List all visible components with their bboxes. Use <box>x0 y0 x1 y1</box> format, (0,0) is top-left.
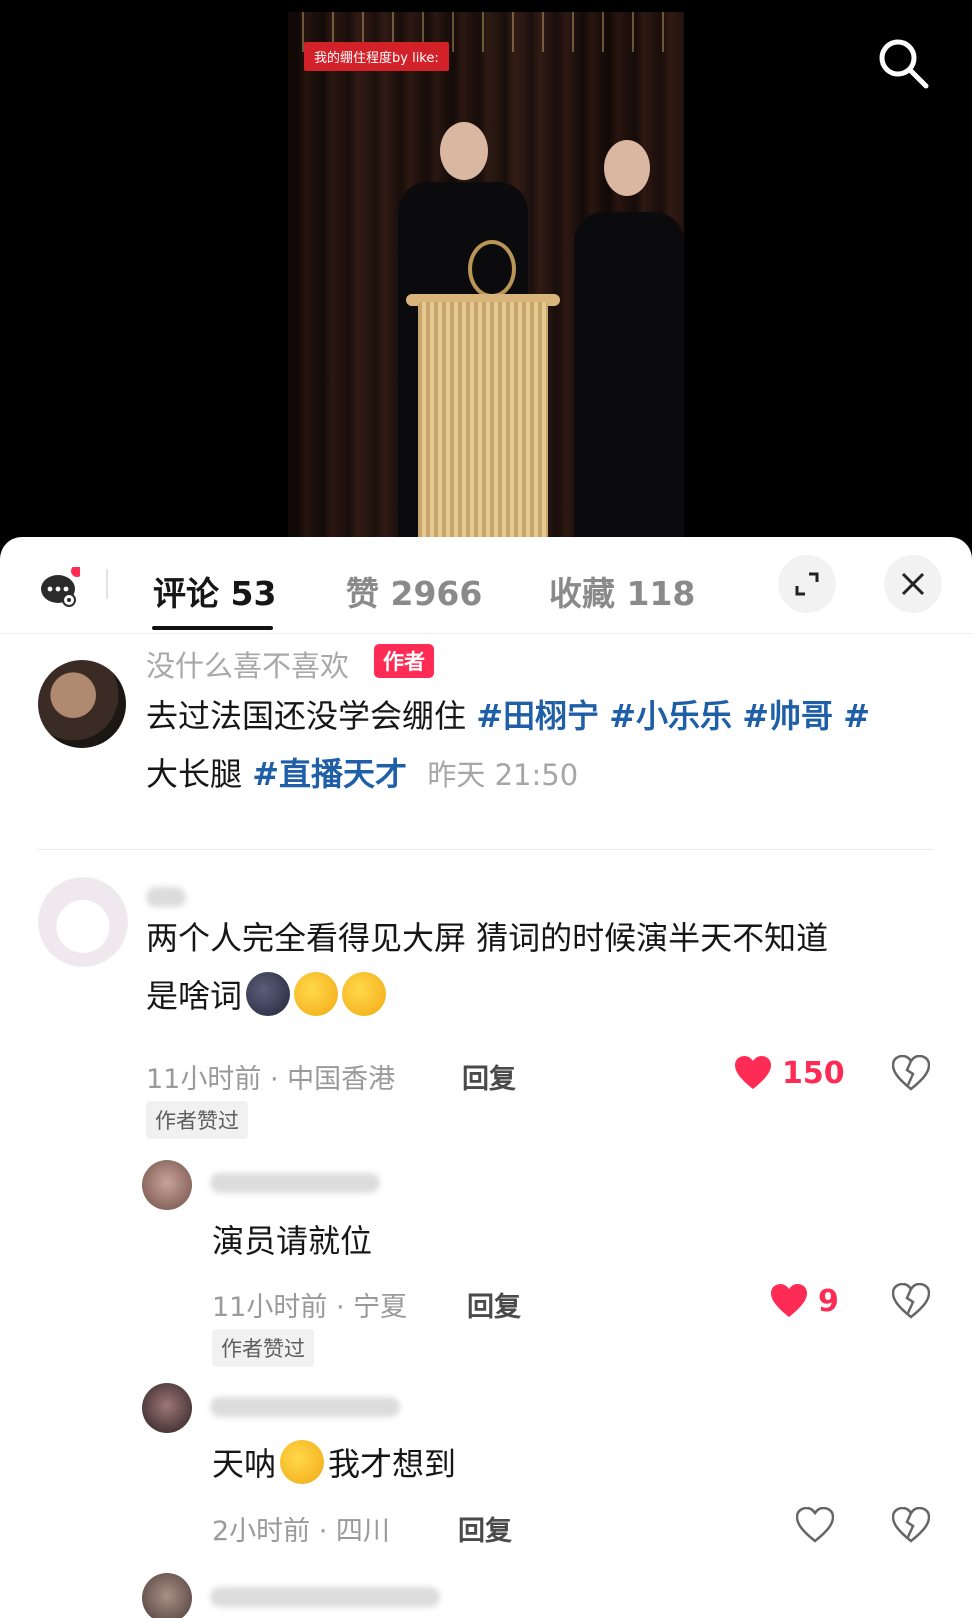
comment-panel: 评论 53 赞 2966 收藏 118 没什么喜不喜欢 作者 去过法国还没学会绷… <box>0 537 972 1618</box>
like-count: 150 <box>782 1055 845 1091</box>
post-text: 去过法国还没学会绷住 #田栩宁 #小乐乐 #帅哥 # 大长腿 #直播天才 昨天 2… <box>146 687 926 804</box>
close-button[interactable] <box>884 555 942 613</box>
presenter-right-head <box>604 140 650 196</box>
search-icon[interactable] <box>876 36 932 92</box>
replier-avatar[interactable] <box>142 1160 192 1210</box>
author-liked-badge: 作者赞过 <box>146 1101 248 1139</box>
heart-icon <box>771 1284 807 1317</box>
tab-divider <box>106 569 108 599</box>
podium <box>418 302 548 542</box>
hashtag-link[interactable]: #帅哥 <box>742 697 833 735</box>
hashtag-link[interactable]: #直播天才 <box>252 755 407 793</box>
reply-text: 演员请就位 <box>212 1222 373 1260</box>
post-text-part: 大长腿 <box>146 755 253 793</box>
reply-text: 天呐 我才想到 <box>212 1435 456 1493</box>
like-button[interactable]: 150 <box>734 1055 845 1091</box>
author-tag: 作者 <box>374 644 434 678</box>
expand-icon <box>795 572 819 596</box>
broken-heart-icon[interactable] <box>892 1055 930 1091</box>
reply-button[interactable]: 回复 <box>458 1509 512 1548</box>
replier-name-blurred <box>210 1397 400 1417</box>
reply-meta: 2小时前 · 四川 <box>212 1516 390 1547</box>
heart-icon <box>735 1056 771 1089</box>
holding-back-tears-emoji <box>280 1440 325 1484</box>
panel-tab-bar: 评论 53 赞 2966 收藏 118 <box>0 537 972 634</box>
author-liked-badge: 作者赞过 <box>212 1329 314 1367</box>
like-button[interactable]: 9 <box>770 1283 839 1319</box>
replier-name-blurred <box>210 1173 380 1193</box>
active-tab-indicator <box>152 626 273 630</box>
tab-likes[interactable]: 赞 2966 <box>346 567 482 615</box>
hashtag-link[interactable]: # <box>843 697 870 735</box>
heart-icon[interactable] <box>796 1507 834 1543</box>
author-name[interactable]: 没什么喜不喜欢 <box>146 643 349 685</box>
message-bubble-icon[interactable] <box>40 567 80 607</box>
tab-favorites[interactable]: 收藏 118 <box>549 567 695 615</box>
post-text-part: 去过法国还没学会绷住 <box>146 697 477 735</box>
video-caption: 我的绷住程度by like: <box>304 42 449 71</box>
replier-name-blurred <box>210 1587 440 1607</box>
tab-comments[interactable]: 评论 53 <box>153 567 276 615</box>
comment-meta: 11小时前 · 中国香港 <box>146 1064 396 1095</box>
like-count: 9 <box>818 1283 839 1319</box>
video-player[interactable]: 我的绷住程度by like: <box>0 0 972 545</box>
commenter-name-blurred <box>146 887 186 907</box>
comment-text-line: 两个人完全看得见大屏 猜词的时候演半天不知道 <box>146 919 829 957</box>
hashtag-link[interactable]: #田栩宁 <box>476 697 599 735</box>
hand-over-mouth-emoji <box>294 972 339 1016</box>
hashtag-link[interactable]: #小乐乐 <box>609 697 732 735</box>
close-icon <box>901 572 925 596</box>
comment-text-line: 是啥词 <box>146 977 243 1015</box>
reply-button[interactable]: 回复 <box>462 1057 516 1096</box>
expand-button[interactable] <box>778 555 836 613</box>
replier-avatar[interactable] <box>142 1573 192 1618</box>
broken-heart-icon[interactable] <box>892 1283 930 1319</box>
divider <box>38 849 934 850</box>
presenter-left-head <box>440 122 488 180</box>
post-time: 昨天 21:50 <box>427 758 579 792</box>
commenter-avatar[interactable] <box>38 877 128 967</box>
replier-avatar[interactable] <box>142 1383 192 1433</box>
broken-heart-icon[interactable] <box>892 1507 930 1543</box>
reply-text-part: 天呐 <box>212 1445 277 1483</box>
author-avatar[interactable] <box>38 660 126 748</box>
reply-meta: 11小时前 · 宁夏 <box>212 1292 408 1323</box>
presenter-right <box>574 140 684 542</box>
comment-text: 两个人完全看得见大屏 猜词的时候演半天不知道 是啥词 <box>146 909 926 1025</box>
reply-button[interactable]: 回复 <box>467 1285 521 1324</box>
hand-over-mouth-emoji <box>342 972 387 1016</box>
dark-moon-face-emoji <box>246 972 291 1016</box>
reply-text-part: 我才想到 <box>328 1445 457 1483</box>
trophy <box>468 240 516 298</box>
video-frame[interactable]: 我的绷住程度by like: <box>288 12 684 542</box>
